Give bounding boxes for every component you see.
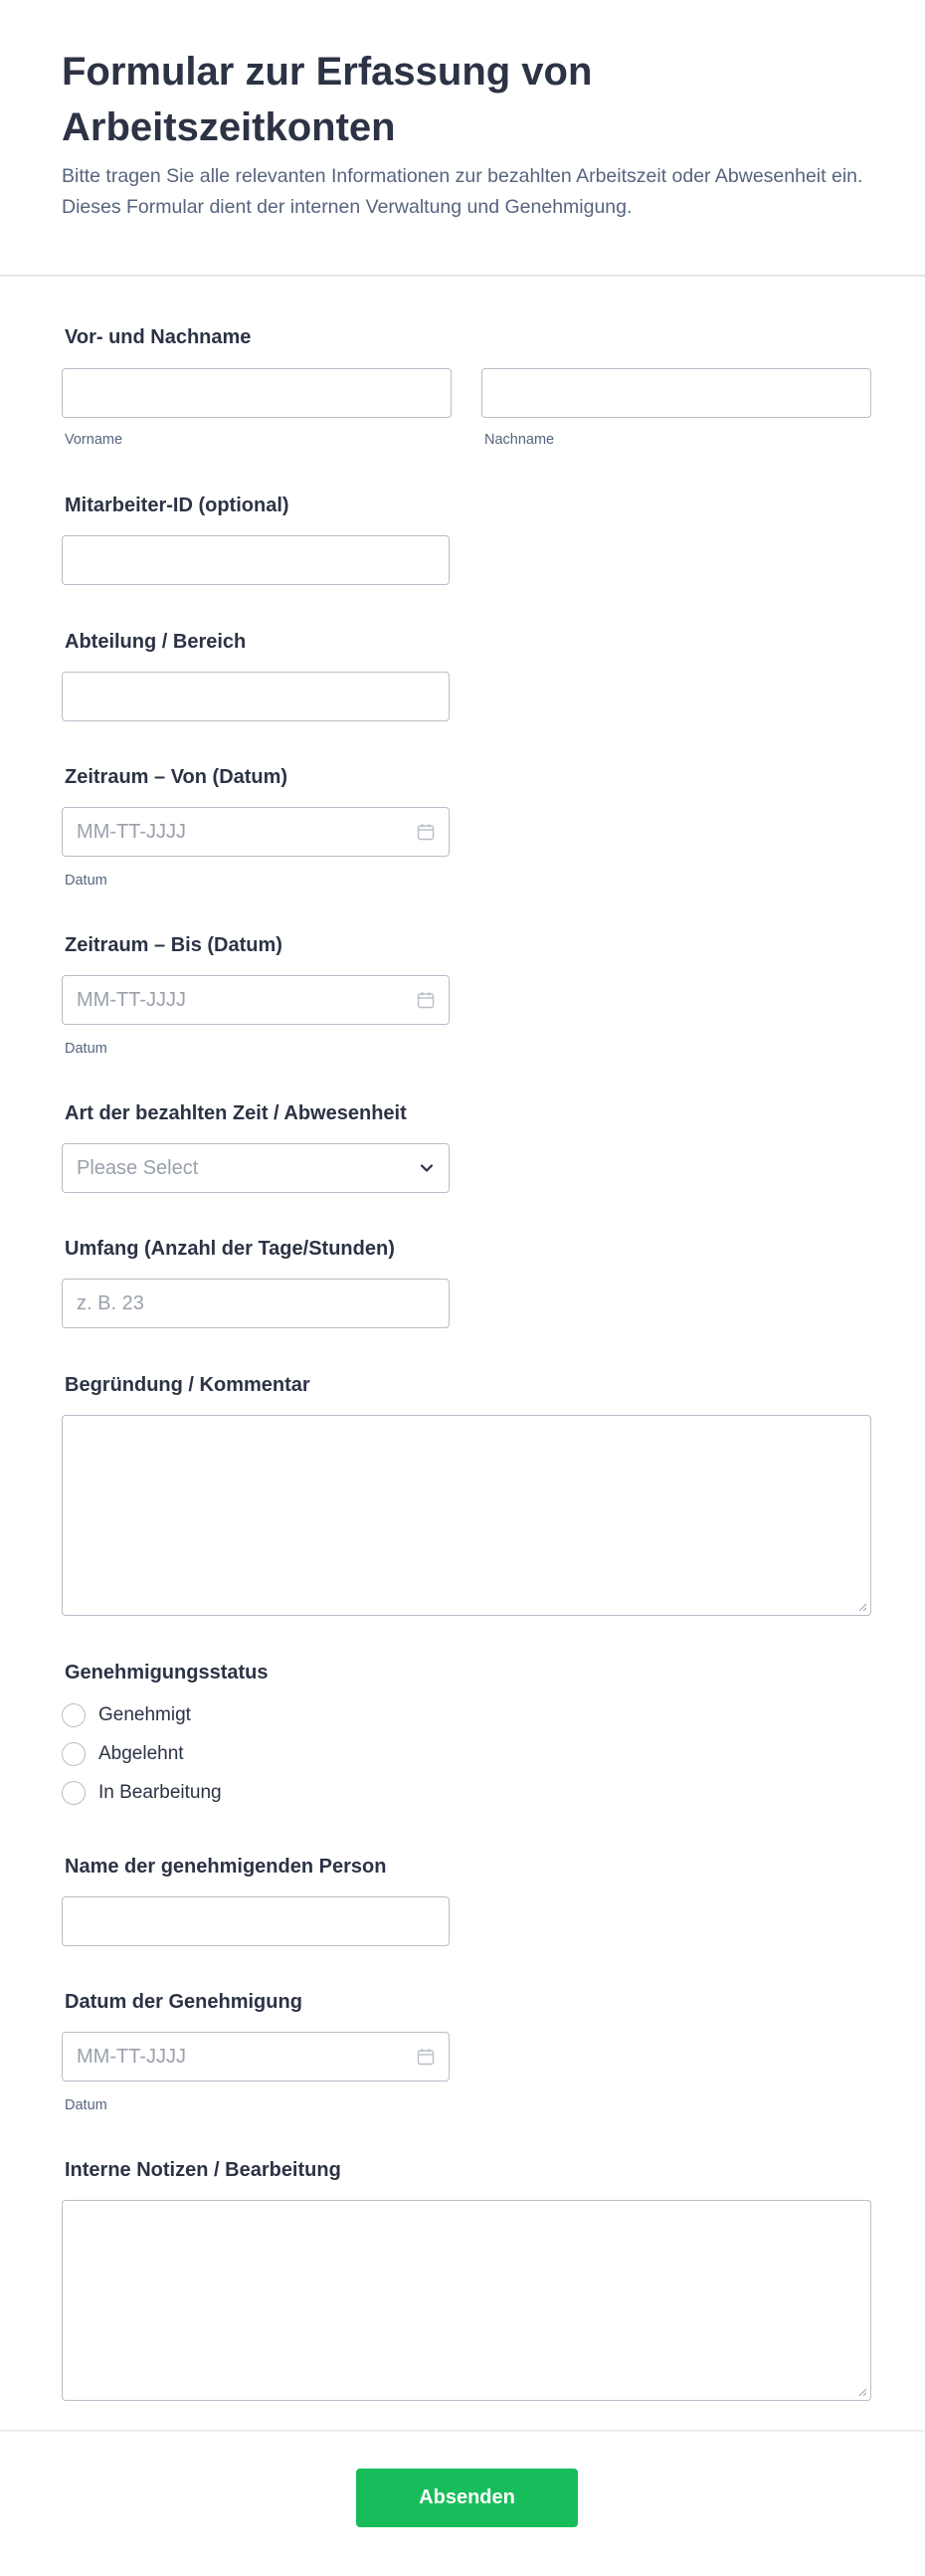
date-to-input[interactable]: MM-TT-JJJJ <box>62 975 450 1025</box>
last-name-sublabel: Nachname <box>484 432 555 448</box>
department-label: Abteilung / Bereich <box>65 631 247 653</box>
notes-textarea[interactable] <box>62 2200 871 2401</box>
calendar-icon[interactable] <box>417 823 435 841</box>
approver-label: Name der genehmigenden Person <box>65 1856 387 1878</box>
radio-label: Genehmigt <box>98 1704 191 1725</box>
date-to-label: Zeitraum – Bis (Datum) <box>65 934 282 956</box>
submit-button[interactable]: Absenden <box>356 2469 578 2527</box>
notes-label: Interne Notizen / Bearbeitung <box>65 2159 341 2181</box>
name-label: Vor- und Nachname <box>65 326 252 348</box>
last-name-input[interactable] <box>481 368 871 418</box>
first-name-input[interactable] <box>62 368 452 418</box>
approval-status-label: Genehmigungsstatus <box>65 1662 269 1684</box>
first-name-sublabel: Vorname <box>65 432 123 448</box>
approval-date-placeholder: MM-TT-JJJJ <box>77 2046 186 2068</box>
chevron-down-icon[interactable] <box>417 1158 437 1178</box>
date-from-sublabel: Datum <box>65 873 107 889</box>
radio-label: In Bearbeitung <box>98 1782 222 1803</box>
radio-button[interactable] <box>62 1781 86 1805</box>
approval-date-input[interactable]: MM-TT-JJJJ <box>62 2032 450 2081</box>
time-type-label: Art der bezahlten Zeit / Abwesenheit <box>65 1102 407 1124</box>
radio-button[interactable] <box>62 1742 86 1766</box>
reason-textarea[interactable] <box>62 1415 871 1616</box>
approver-input[interactable] <box>62 1896 450 1946</box>
form-description: Bitte tragen Sie alle relevanten Informa… <box>62 165 863 218</box>
form-title: Formular zur Erfassung von Arbeitszeitko… <box>62 50 593 149</box>
amount-label: Umfang (Anzahl der Tage/Stunden) <box>65 1238 395 1260</box>
resize-handle-icon[interactable] <box>857 1602 867 1612</box>
amount-placeholder: z. B. 23 <box>77 1292 144 1314</box>
department-input[interactable] <box>62 672 450 721</box>
resize-handle-icon[interactable] <box>857 2387 867 2397</box>
employee-id-label: Mitarbeiter-ID (optional) <box>65 495 289 516</box>
reason-label: Begründung / Kommentar <box>65 1374 310 1396</box>
radio-button[interactable] <box>62 1703 86 1727</box>
form-header: Formular zur Erfassung von Arbeitszeitko… <box>0 0 925 277</box>
radio-label: Abgelehnt <box>98 1743 184 1764</box>
calendar-icon[interactable] <box>417 2048 435 2066</box>
date-from-placeholder: MM-TT-JJJJ <box>77 821 186 843</box>
employee-id-input[interactable] <box>62 535 450 585</box>
date-from-input[interactable]: MM-TT-JJJJ <box>62 807 450 857</box>
time-type-select[interactable]: Please Select <box>62 1143 450 1193</box>
approval-date-sublabel: Datum <box>65 2097 107 2113</box>
approval-date-label: Datum der Genehmigung <box>65 1991 302 2013</box>
amount-input[interactable]: z. B. 23 <box>62 1279 450 1328</box>
date-to-placeholder: MM-TT-JJJJ <box>77 989 186 1011</box>
date-to-sublabel: Datum <box>65 1041 107 1057</box>
time-type-selected: Please Select <box>77 1157 199 1179</box>
calendar-icon[interactable] <box>417 991 435 1009</box>
date-from-label: Zeitraum – Von (Datum) <box>65 766 288 788</box>
